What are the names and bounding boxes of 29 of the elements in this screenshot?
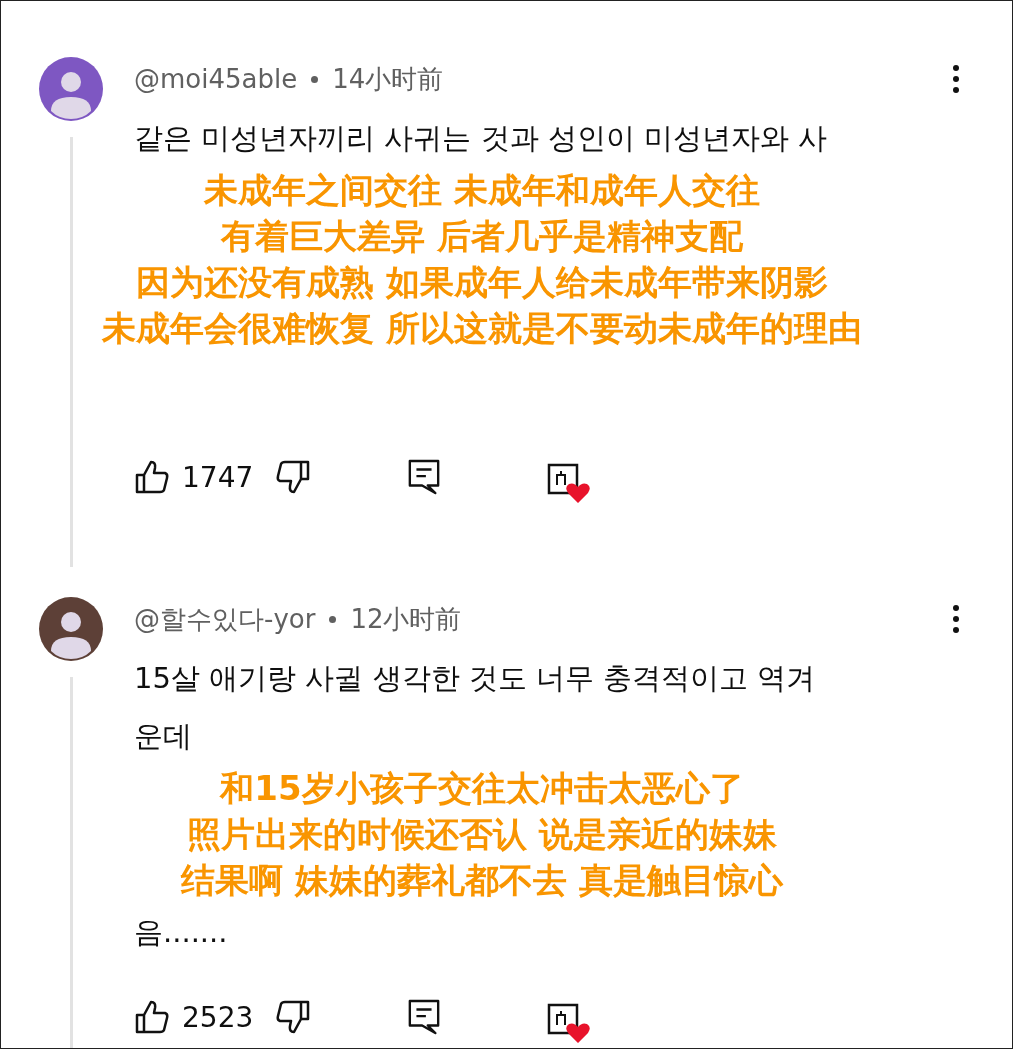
dislike-icon[interactable] [275,459,312,495]
comment-text: 운데 [134,718,193,755]
separator-dot [311,75,319,83]
caption-text: 未成年之间交往 未成年和成年人交往 [204,169,760,212]
more-options-icon[interactable] [952,604,960,634]
comment-time: 14小时前 [332,62,444,96]
comment-author[interactable]: @할수있다-yor [134,601,316,637]
caption-text: 未成年会很难恢复 所以这就是不要动未成年的理由 [102,307,862,350]
caption-text: 结果啊 妹妹的葬礼都不去 真是触目惊心 [181,859,783,902]
comment-author[interactable]: @moi45able [134,64,298,94]
reply-icon[interactable] [407,458,442,496]
caption-text: 因为还没有成熟 如果成年人给未成年带来阴影 [136,261,828,304]
like-count: 2523 [182,1000,254,1034]
comment-time: 12小时前 [350,602,462,636]
like-count: 1747 [182,460,254,494]
comment-text: 15살 애기랑 사귈 생각한 것도 너무 충격적이고 역겨 [134,660,817,697]
caption-text: 和15岁小孩子交往太冲击太恶心了 [220,767,744,810]
caption-text: 照片出来的时候还否认 说是亲近的妹妹 [187,813,777,856]
like-icon[interactable] [134,459,170,495]
comment-text: 음....... [134,914,229,951]
like-icon[interactable] [134,999,170,1035]
creator-heart-icon [547,1003,592,1045]
more-options-icon[interactable] [952,64,960,94]
comment-text: 같은 미성년자끼리 사귀는 것과 성인이 미성년자와 사 [134,120,829,157]
separator-dot [329,615,337,623]
reply-icon[interactable] [407,998,442,1036]
creator-heart-icon [547,463,592,505]
caption-text: 有着巨大差异 后者几乎是精神支配 [221,215,743,258]
dislike-icon[interactable] [275,999,312,1035]
